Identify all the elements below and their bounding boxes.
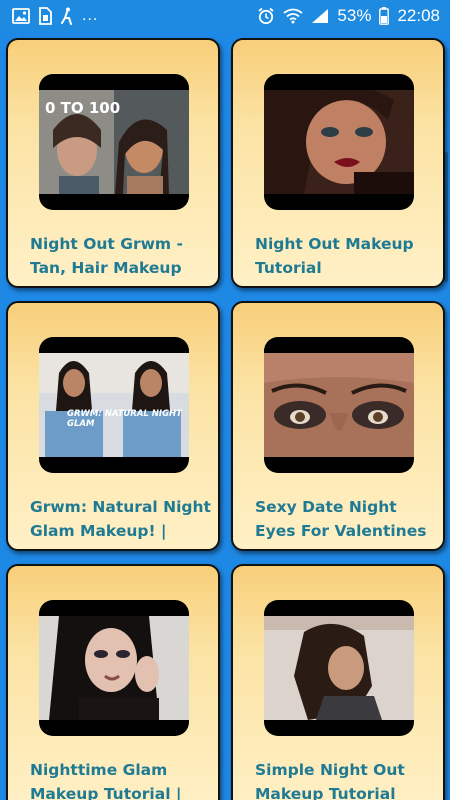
clock: 22:08	[397, 6, 440, 25]
thumbnail-image	[264, 353, 414, 457]
status-bar: ... 53% 22:08	[0, 0, 450, 32]
sim-card-icon	[38, 7, 52, 25]
video-title[interactable]: Night Out Makeup Tutorial	[255, 232, 441, 280]
video-title[interactable]: Nighttime Glam Makeup Tutorial |	[30, 758, 216, 800]
alarm-icon	[257, 7, 275, 25]
status-right: 53% 22:08	[257, 6, 440, 26]
thumbnail-caption: 0 TO 100	[45, 99, 121, 117]
accessibility-icon	[60, 7, 74, 25]
signal-icon	[311, 8, 329, 24]
thumbnail-image	[39, 616, 189, 720]
video-card[interactable]: Sexy Date Night Eyes For Valentines Day …	[231, 301, 445, 551]
video-card[interactable]: Simple Night Out Makeup Tutorial	[231, 564, 445, 800]
video-card[interactable]: 0 TO 100 Night Out Grwm - Tan, Hair Make…	[6, 38, 220, 288]
thumbnail-image	[39, 353, 189, 457]
video-thumbnail[interactable]	[39, 600, 189, 736]
wifi-icon	[283, 8, 303, 24]
more-notifications-indicator: ...	[82, 7, 99, 24]
video-card[interactable]: Night Out Makeup Tutorial	[231, 38, 445, 288]
video-list[interactable]: 0 TO 100 Night Out Grwm - Tan, Hair Make…	[0, 32, 450, 800]
video-thumbnail[interactable]	[264, 74, 414, 210]
video-thumbnail[interactable]	[264, 337, 414, 473]
scrollbar[interactable]	[444, 152, 448, 282]
video-thumbnail[interactable]: 0 TO 100	[39, 74, 189, 210]
video-title[interactable]: Sexy Date Night Eyes For Valentines Day …	[255, 495, 441, 543]
thumbnail-caption: GRWM: NATURAL NIGHT GLAM	[67, 409, 182, 429]
video-title[interactable]: Grwm: Natural Night Glam Makeup! | Maria	[30, 495, 216, 543]
status-left: ...	[12, 7, 98, 25]
video-thumbnail[interactable]: GRWM: NATURAL NIGHT GLAM	[39, 337, 189, 473]
image-icon	[12, 8, 30, 24]
video-title[interactable]: Night Out Grwm - Tan, Hair Makeup	[30, 232, 216, 280]
thumbnail-image	[264, 90, 414, 194]
video-thumbnail[interactable]	[264, 600, 414, 736]
battery-icon	[379, 7, 390, 25]
thumbnail-image	[264, 616, 414, 720]
battery-percent: 53%	[337, 6, 372, 25]
video-card[interactable]: GRWM: NATURAL NIGHT GLAM Grwm: Natural N…	[6, 301, 220, 551]
video-title[interactable]: Simple Night Out Makeup Tutorial	[255, 758, 441, 800]
video-card[interactable]: Nighttime Glam Makeup Tutorial |	[6, 564, 220, 800]
